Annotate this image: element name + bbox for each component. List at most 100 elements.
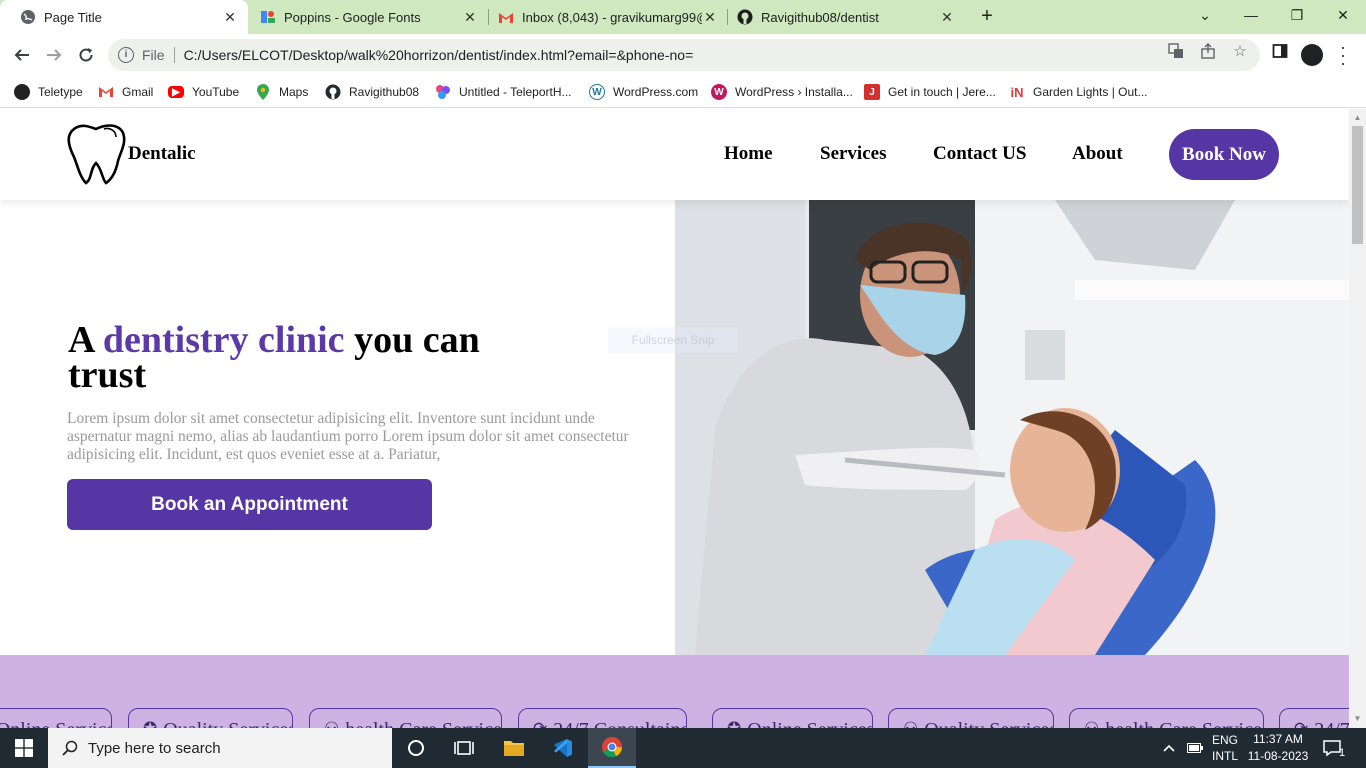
- service-label: health Care Services: [345, 719, 501, 728]
- jere-icon: J: [864, 84, 880, 100]
- service-label: Quality Services: [163, 719, 292, 728]
- service-chip[interactable]: ⟳ 24/7: [1279, 708, 1349, 728]
- reload-icon[interactable]: [73, 42, 99, 68]
- service-chip[interactable]: ✪ Quality Services: [128, 708, 293, 728]
- bookmark-teleport[interactable]: Untitled - TeleportH...: [435, 82, 572, 102]
- fullscreen-snip-overlay[interactable]: Fullscreen Snip: [608, 327, 738, 353]
- nav-contact-us[interactable]: Contact US: [933, 143, 1026, 165]
- tray-chevron-icon[interactable]: [1162, 728, 1176, 768]
- people-icon: ⚇: [903, 719, 918, 728]
- service-chip[interactable]: ⚇ Quality Services: [888, 708, 1054, 728]
- bookmark-youtube[interactable]: ▶ YouTube: [168, 82, 239, 102]
- service-chip[interactable]: ⚇ health Care Services: [1069, 708, 1264, 728]
- bookmarks-bar: Teletype Gmail ▶ YouTube Maps Ravigithub…: [0, 76, 1366, 108]
- brand-name[interactable]: Dentalic: [128, 143, 196, 165]
- menu-kebab-icon[interactable]: · · ·: [1338, 38, 1348, 72]
- tab-search-chevron-icon[interactable]: ⌄: [1182, 0, 1228, 30]
- url-text[interactable]: C:/Users/ELCOT/Desktop/walk%20horrizon/d…: [184, 47, 694, 63]
- new-tab-button[interactable]: +: [976, 5, 998, 27]
- gmail-icon: [98, 84, 114, 100]
- tab-page-title[interactable]: Page Title ✕: [0, 0, 248, 34]
- bookmark-label: Untitled - TeleportH...: [459, 85, 572, 99]
- side-panel-icon[interactable]: [1271, 42, 1289, 60]
- forward-arrow-icon[interactable]: [41, 42, 67, 68]
- tab-gmail-inbox[interactable]: Inbox (8,043) - gravikumarg99@g ✕: [488, 0, 728, 34]
- taskbar-search-box[interactable]: Type here to search: [48, 728, 392, 768]
- cortana-icon[interactable]: [392, 728, 440, 768]
- back-arrow-icon[interactable]: [9, 42, 35, 68]
- hero-description: Lorem ipsum dolor sit amet consectetur a…: [67, 410, 629, 463]
- service-chip[interactable]: ⚇ health Care Services: [309, 708, 502, 728]
- garden-icon: iN: [1010, 84, 1024, 100]
- tab-google-fonts[interactable]: Poppins - Google Fonts ✕: [248, 0, 488, 34]
- bookmark-maps[interactable]: Maps: [255, 82, 308, 102]
- windows-taskbar: Type here to search ENG INTL 11:37 AM 11…: [0, 728, 1366, 768]
- bookmark-label: Get in touch | Jere...: [888, 85, 996, 99]
- wordpress-icon: W: [589, 84, 605, 100]
- page-viewport: Dentalic Home Services Contact US About …: [0, 109, 1349, 728]
- notification-count: 1: [1339, 747, 1346, 759]
- close-icon[interactable]: ✕: [702, 9, 718, 26]
- maps-icon: [255, 84, 271, 100]
- people-icon: ⚇: [324, 719, 339, 728]
- address-bar[interactable]: i File C:/Users/ELCOT/Desktop/walk%20hor…: [108, 39, 1260, 71]
- nav-services[interactable]: Services: [820, 143, 886, 165]
- close-icon[interactable]: ✕: [222, 9, 238, 26]
- search-placeholder: Type here to search: [88, 739, 221, 757]
- bookmark-star-icon[interactable]: ☆: [1231, 42, 1249, 60]
- vscode-icon[interactable]: [539, 728, 587, 768]
- refresh-icon: ⟳: [1294, 719, 1308, 728]
- scroll-down-icon[interactable]: ▼: [1353, 714, 1362, 723]
- restore-icon[interactable]: ❐: [1274, 0, 1320, 30]
- gmail-icon: [498, 9, 514, 25]
- bookmark-garden-lights[interactable]: iN Garden Lights | Out...: [1009, 82, 1148, 102]
- bookmark-get-in-touch[interactable]: J Get in touch | Jere...: [864, 82, 996, 102]
- nav-about[interactable]: About: [1072, 143, 1123, 165]
- bookmark-github[interactable]: Ravigithub08: [325, 82, 419, 102]
- close-icon[interactable]: ✕: [939, 9, 955, 26]
- battery-icon[interactable]: [1187, 728, 1203, 768]
- file-explorer-icon[interactable]: [490, 728, 538, 768]
- google-fonts-icon: [260, 9, 276, 25]
- scrollbar-thumb[interactable]: [1352, 126, 1363, 244]
- site-info-icon[interactable]: i: [118, 47, 134, 63]
- nav-home[interactable]: Home: [724, 143, 773, 165]
- share-icon[interactable]: [1199, 42, 1217, 60]
- browser-tab-strip: Page Title ✕ Poppins - Google Fonts ✕ In…: [0, 0, 1366, 34]
- address-divider: [173, 47, 175, 63]
- dentist-photo: [675, 200, 1349, 655]
- service-chip[interactable]: ✪ Online Services: [712, 708, 873, 728]
- bookmark-gmail[interactable]: Gmail: [98, 82, 153, 102]
- book-appointment-button[interactable]: Book an Appointment: [67, 479, 432, 530]
- windows-start-icon[interactable]: [0, 728, 48, 768]
- bookmark-label: Garden Lights | Out...: [1033, 85, 1148, 99]
- clock-date: 11-08-2023: [1247, 749, 1309, 763]
- close-icon[interactable]: ✕: [462, 9, 478, 26]
- bookmark-wordpress-install[interactable]: W WordPress › Installa...: [711, 82, 853, 102]
- bookmark-wordpress-com[interactable]: W WordPress.com: [589, 82, 698, 102]
- chrome-icon[interactable]: [588, 728, 636, 768]
- translate-icon[interactable]: [1167, 42, 1185, 60]
- window-close-icon[interactable]: ✕: [1320, 0, 1366, 30]
- system-clock[interactable]: 11:37 AM 11-08-2023: [1244, 731, 1312, 765]
- tab-github-repo[interactable]: Ravigithub08/dentist ✕: [727, 0, 965, 34]
- tooth-logo-icon[interactable]: [64, 123, 128, 185]
- profile-avatar[interactable]: [1301, 44, 1323, 66]
- scroll-up-icon[interactable]: ▲: [1353, 113, 1362, 122]
- language-indicator[interactable]: ENG INTL: [1212, 728, 1238, 768]
- lang-layout: INTL: [1212, 749, 1239, 763]
- search-icon: [62, 740, 78, 756]
- service-chip[interactable]: ◎ Online Services: [0, 708, 112, 728]
- service-label: Quality Services: [924, 719, 1053, 728]
- site-header: Dentalic Home Services Contact US About …: [0, 109, 1349, 200]
- tab-title: Ravigithub08/dentist: [761, 9, 879, 25]
- youtube-icon: ▶: [168, 86, 184, 98]
- task-view-icon[interactable]: [440, 728, 488, 768]
- minimize-icon[interactable]: —: [1228, 0, 1274, 30]
- bookmark-teletype[interactable]: Teletype: [14, 82, 83, 102]
- service-chip[interactable]: ⟳ 24/7 Consultaing: [518, 708, 687, 728]
- page-scrollbar[interactable]: ▲ ▼: [1349, 109, 1366, 728]
- notifications-icon[interactable]: 1: [1322, 728, 1345, 768]
- scheme-label: File: [142, 47, 165, 63]
- book-now-button[interactable]: Book Now: [1169, 129, 1279, 180]
